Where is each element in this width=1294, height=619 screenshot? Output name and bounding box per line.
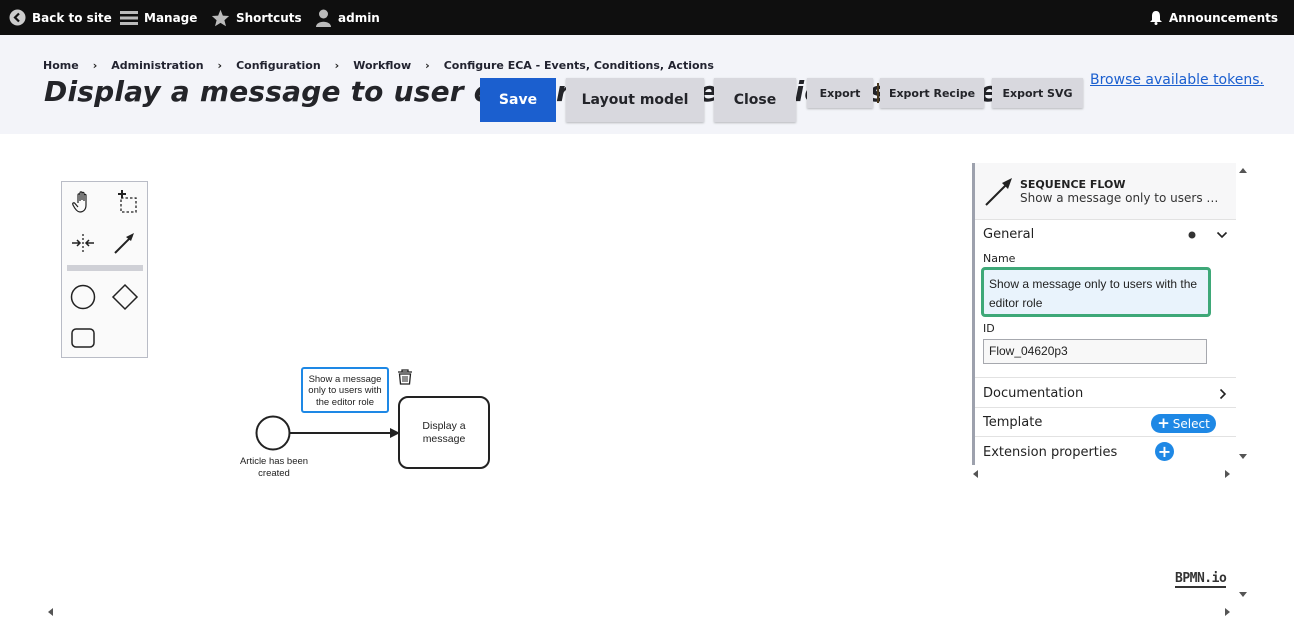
announcements-link[interactable]: Announcements: [1149, 0, 1278, 35]
id-field-label: ID: [983, 322, 995, 335]
canvas-scroll-down-icon[interactable]: [1238, 591, 1248, 598]
name-field-label: Name: [983, 252, 1016, 265]
template-select-button[interactable]: + Select: [1151, 414, 1216, 433]
sequence-flow[interactable]: [290, 428, 400, 438]
canvas-scroll-left-icon[interactable]: [47, 607, 54, 617]
plus-icon: +: [1157, 441, 1172, 461]
bell-icon: [1149, 11, 1162, 25]
flow-label-line3: the editor role: [316, 397, 374, 408]
dot-indicator-icon: [1188, 231, 1196, 239]
bpmn-io-logo[interactable]: BPMN.io: [1175, 571, 1227, 588]
properties-header: SEQUENCE FLOW Show a message only to use…: [975, 163, 1236, 220]
documentation-group[interactable]: Documentation: [975, 378, 1236, 408]
chevron-down-icon[interactable]: [1216, 230, 1228, 240]
start-event-label-line1: Article has been: [240, 456, 308, 467]
select-label: Select: [1172, 416, 1210, 431]
browse-tokens-link[interactable]: Browse available tokens.: [1090, 72, 1264, 88]
flow-label-line1: Show a message: [309, 374, 382, 385]
plus-icon: +: [1157, 414, 1170, 432]
add-extension-property-button[interactable]: +: [1155, 442, 1174, 461]
documentation-label: Documentation: [983, 386, 1084, 401]
panel-scroll-right-icon[interactable]: [1224, 469, 1231, 479]
template-label: Template: [983, 415, 1043, 430]
panel-scroll-left-icon[interactable]: [972, 469, 979, 479]
task-label-line2: message: [423, 433, 466, 445]
element-type: SEQUENCE FLOW: [1020, 178, 1126, 191]
panel-scroll-up-icon[interactable]: [1238, 167, 1248, 174]
trash-icon[interactable]: [398, 369, 412, 385]
start-event-label-line2: created: [258, 468, 290, 479]
general-group-header[interactable]: General: [983, 227, 1034, 242]
export-svg-button[interactable]: Export SVG: [992, 78, 1083, 108]
panel-scroll-down-icon[interactable]: [1238, 453, 1248, 460]
chevron-right-icon[interactable]: [1218, 388, 1228, 400]
id-field[interactable]: Flow_04620p3: [983, 339, 1207, 364]
canvas-scroll-right-icon[interactable]: [1224, 607, 1231, 617]
sequence-flow-icon: [985, 178, 1012, 206]
name-field[interactable]: Show a message only to users with the ed…: [981, 267, 1211, 317]
bpmn-diagram: Article has been created Display a messa…: [240, 367, 490, 479]
extension-properties-label: Extension properties: [983, 445, 1118, 460]
announcements-label: Announcements: [1168, 10, 1278, 25]
element-name: Show a message only to users wit…: [1020, 191, 1228, 205]
properties-panel: SEQUENCE FLOW Show a message only to use…: [972, 163, 1236, 465]
flow-label-line2: only to users with: [308, 385, 381, 396]
task-label-line1: Display a: [422, 420, 465, 432]
extension-properties-group: Extension properties: [975, 437, 1236, 465]
start-event[interactable]: [255, 415, 291, 451]
